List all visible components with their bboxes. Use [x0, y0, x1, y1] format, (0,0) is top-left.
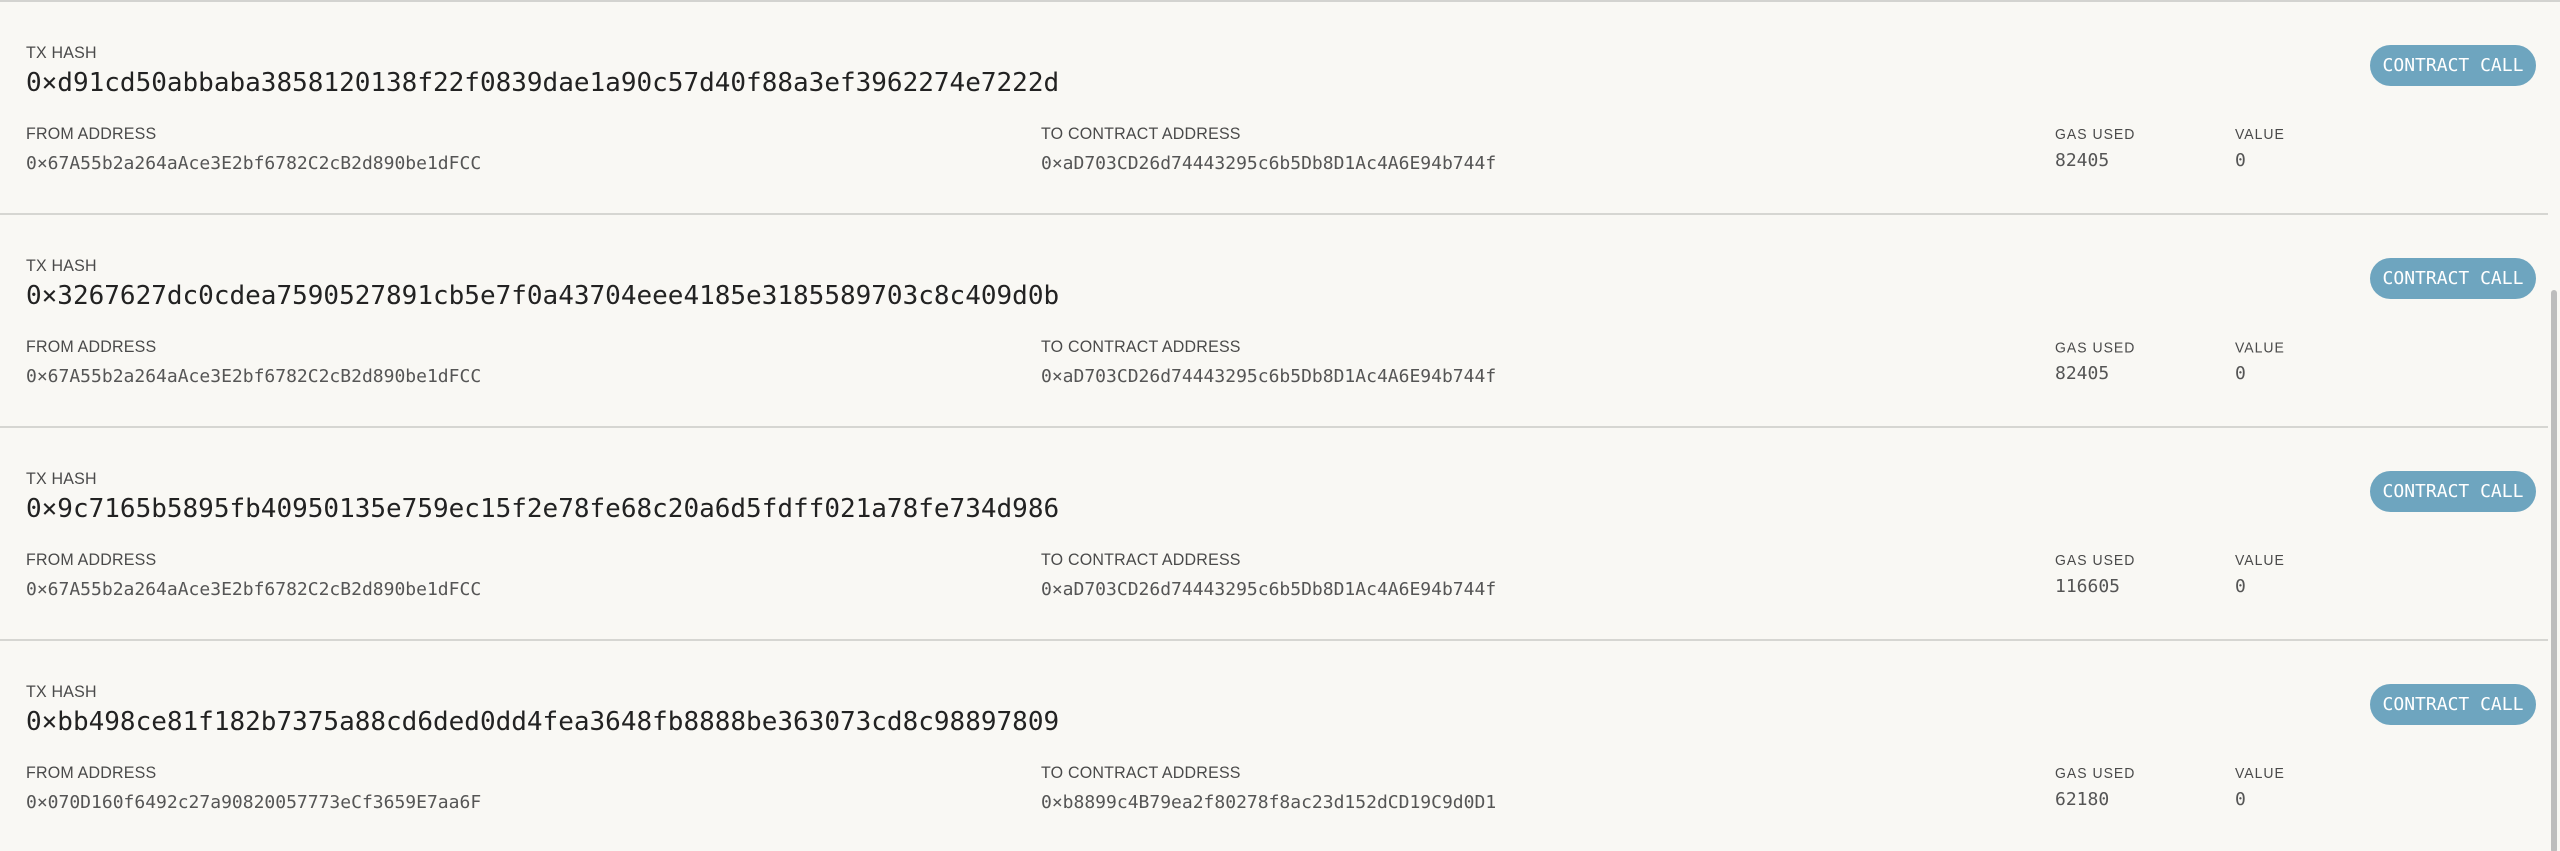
tx-hash-value[interactable]: 0×9c7165b5895fb40950135e759ec15f2e78fe68… [26, 494, 1059, 524]
tx-hash-label: TX HASH [26, 257, 97, 276]
value-amount: 0 [2235, 150, 2246, 171]
tx-hash-label: TX HASH [26, 44, 97, 63]
to-contract-address-value[interactable]: 0×b8899c4B79ea2f80278f8ac23d152dCD19C9d0… [1041, 792, 1496, 813]
gas-used-value: 82405 [2055, 363, 2110, 384]
tx-hash-label: TX HASH [26, 470, 97, 489]
tx-hash-value[interactable]: 0×3267627dc0cdea7590527891cb5e7f0a43704e… [26, 281, 1059, 311]
to-contract-address-label: TO CONTRACT ADDRESS [1041, 551, 1241, 570]
from-address-label: FROM ADDRESS [26, 764, 157, 783]
from-address-value[interactable]: 0×070D160f6492c27a90820057773eCf3659E7aa… [26, 792, 481, 813]
transaction-row[interactable]: TX HASH 0×9c7165b5895fb40950135e759ec15f… [0, 428, 2548, 641]
scrollbar-thumb[interactable] [2551, 290, 2557, 851]
transaction-list-page: TX HASH 0×d91cd50abbaba3858120138f22f083… [0, 0, 2560, 851]
value-label: VALUE [2235, 764, 2285, 782]
transaction-row[interactable]: TX HASH 0×bb498ce81f182b7375a88cd6ded0dd… [0, 641, 2548, 851]
tx-hash-value[interactable]: 0×d91cd50abbaba3858120138f22f0839dae1a90… [26, 68, 1059, 98]
transaction-row[interactable]: TX HASH 0×d91cd50abbaba3858120138f22f083… [0, 2, 2548, 215]
value-label: VALUE [2235, 338, 2285, 356]
value-amount: 0 [2235, 576, 2246, 597]
gas-used-label: GAS USED [2055, 338, 2136, 356]
value-label: VALUE [2235, 125, 2285, 143]
contract-call-badge[interactable]: CONTRACT CALL [2370, 45, 2536, 86]
value-amount: 0 [2235, 789, 2246, 810]
from-address-label: FROM ADDRESS [26, 338, 157, 357]
value-label: VALUE [2235, 551, 2285, 569]
to-contract-address-label: TO CONTRACT ADDRESS [1041, 764, 1241, 783]
from-address-value[interactable]: 0×67A55b2a264aAce3E2bf6782C2cB2d890be1dF… [26, 579, 481, 600]
from-address-label: FROM ADDRESS [26, 551, 157, 570]
contract-call-badge[interactable]: CONTRACT CALL [2370, 684, 2536, 725]
value-amount: 0 [2235, 363, 2246, 384]
gas-used-value: 82405 [2055, 150, 2110, 171]
to-contract-address-value[interactable]: 0×aD703CD26d74443295c6b5Db8D1Ac4A6E94b74… [1041, 366, 1496, 387]
from-address-value[interactable]: 0×67A55b2a264aAce3E2bf6782C2cB2d890be1dF… [26, 153, 481, 174]
from-address-label: FROM ADDRESS [26, 125, 157, 144]
from-address-value[interactable]: 0×67A55b2a264aAce3E2bf6782C2cB2d890be1dF… [26, 366, 481, 387]
transaction-row[interactable]: TX HASH 0×3267627dc0cdea7590527891cb5e7f… [0, 215, 2548, 428]
gas-used-value: 62180 [2055, 789, 2110, 810]
to-contract-address-label: TO CONTRACT ADDRESS [1041, 338, 1241, 357]
vertical-scrollbar[interactable] [2548, 2, 2560, 851]
to-contract-address-label: TO CONTRACT ADDRESS [1041, 125, 1241, 144]
transaction-list: TX HASH 0×d91cd50abbaba3858120138f22f083… [0, 2, 2548, 851]
to-contract-address-value[interactable]: 0×aD703CD26d74443295c6b5Db8D1Ac4A6E94b74… [1041, 579, 1496, 600]
contract-call-badge[interactable]: CONTRACT CALL [2370, 471, 2536, 512]
gas-used-label: GAS USED [2055, 764, 2136, 782]
contract-call-badge[interactable]: CONTRACT CALL [2370, 258, 2536, 299]
gas-used-label: GAS USED [2055, 125, 2136, 143]
gas-used-value: 116605 [2055, 576, 2121, 597]
tx-hash-value[interactable]: 0×bb498ce81f182b7375a88cd6ded0dd4fea3648… [26, 707, 1059, 737]
tx-hash-label: TX HASH [26, 683, 97, 702]
gas-used-label: GAS USED [2055, 551, 2136, 569]
to-contract-address-value[interactable]: 0×aD703CD26d74443295c6b5Db8D1Ac4A6E94b74… [1041, 153, 1496, 174]
